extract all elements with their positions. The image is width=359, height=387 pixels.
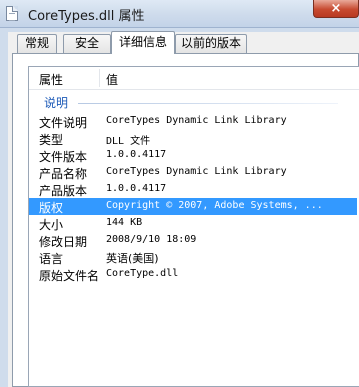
detail-row-original-filename[interactable]: 原始文件名 CoreType.dll <box>29 266 357 283</box>
detail-key: 大小 <box>39 218 64 232</box>
detail-key: 类型 <box>39 133 64 147</box>
detail-row-date-modified[interactable]: 修改日期 2008/9/10 18:09 <box>29 232 357 249</box>
detail-key: 语言 <box>39 252 64 266</box>
detail-value: 1.0.0.4117 <box>106 183 167 194</box>
detail-value: CoreType.dll <box>106 268 179 279</box>
detail-value: CoreTypes Dynamic Link Library <box>106 166 287 177</box>
detail-key: 文件版本 <box>39 150 88 164</box>
tab-details[interactable]: 详细信息 <box>111 31 175 54</box>
window-titlebar: CoreTypes.dll 属性 × <box>0 0 359 28</box>
detail-row-type[interactable]: 类型 DLL 文件 <box>29 130 357 147</box>
group-header-description: 说明 <box>44 96 69 110</box>
tab-security[interactable]: 安全 <box>63 34 111 53</box>
group-divider <box>78 103 338 104</box>
column-divider[interactable] <box>99 69 100 87</box>
column-header-value[interactable]: 值 <box>106 71 118 88</box>
detail-key: 修改日期 <box>39 235 88 249</box>
window-title: CoreTypes.dll 属性 <box>28 9 145 24</box>
tab-general[interactable]: 常规 <box>17 34 57 53</box>
detail-row-size[interactable]: 大小 144 KB <box>29 215 357 232</box>
detail-value: 144 KB <box>106 217 143 228</box>
detail-value: Copyright © 2007, Adobe Systems, ... <box>106 200 323 211</box>
detail-value: 2008/9/10 18:09 <box>106 234 197 245</box>
column-header-property[interactable]: 属性 <box>39 71 63 88</box>
detail-value: 英语(美国) <box>106 252 159 265</box>
detail-row-copyright[interactable]: 版权 Copyright © 2007, Adobe Systems, ... <box>29 198 357 215</box>
detail-row-product-version[interactable]: 产品版本 1.0.0.4117 <box>29 181 357 198</box>
detail-row-language[interactable]: 语言 英语(美国) <box>29 249 357 266</box>
detail-key: 原始文件名 <box>39 269 100 283</box>
detail-row-product-name[interactable]: 产品名称 CoreTypes Dynamic Link Library <box>29 164 357 181</box>
dll-file-icon <box>6 6 18 21</box>
detail-value: DLL 文件 <box>106 136 151 147</box>
detail-value: 1.0.0.4117 <box>106 149 167 160</box>
detail-row-file-description[interactable]: 文件说明 CoreTypes Dynamic Link Library <box>29 113 357 130</box>
detail-value: CoreTypes Dynamic Link Library <box>106 115 287 126</box>
detail-key: 产品名称 <box>39 167 88 181</box>
detail-key: 文件说明 <box>39 116 88 130</box>
column-header: 属性 值 <box>29 67 359 90</box>
tab-previous-versions[interactable]: 以前的版本 <box>175 34 247 53</box>
detail-row-file-version[interactable]: 文件版本 1.0.0.4117 <box>29 147 357 164</box>
close-button[interactable]: × <box>313 0 359 18</box>
detail-key: 版权 <box>39 201 64 215</box>
detail-key: 产品版本 <box>39 184 88 198</box>
